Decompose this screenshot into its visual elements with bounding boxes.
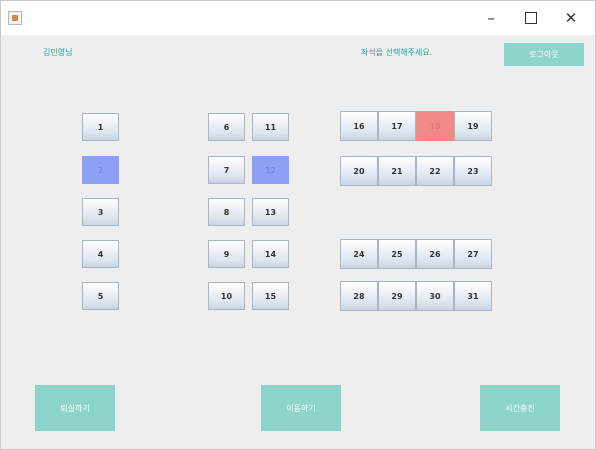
app-window: – ✕ 김민영님 좌석을 선택해주세요. 로그아웃 1 2 3 4 5 6 7 … (0, 0, 596, 450)
seat-button-17[interactable]: 17 (378, 111, 416, 141)
maximize-button[interactable] (511, 1, 551, 35)
seat-button-13[interactable]: 13 (252, 198, 289, 226)
seat-button-3[interactable]: 3 (82, 198, 119, 226)
seat-button-9[interactable]: 9 (208, 240, 245, 268)
seat-button-29[interactable]: 29 (378, 281, 416, 311)
seat-button-1[interactable]: 1 (82, 113, 119, 141)
seat-button-27[interactable]: 27 (454, 239, 492, 269)
seat-button-4[interactable]: 4 (82, 240, 119, 268)
seat-button-7[interactable]: 7 (208, 156, 245, 184)
move-seat-button[interactable]: 이동하기 (261, 385, 341, 431)
seat-button-24[interactable]: 24 (340, 239, 378, 269)
charge-time-button[interactable]: 시간충전 (480, 385, 560, 431)
seat-button-15[interactable]: 15 (252, 282, 289, 310)
minimize-button[interactable]: – (471, 1, 511, 35)
checkout-button[interactable]: 퇴실하기 (35, 385, 115, 431)
user-name-label: 김민영님 (43, 48, 73, 57)
seat-button-12[interactable]: 12 (252, 156, 289, 184)
title-bar: – ✕ (1, 1, 595, 35)
seat-button-6[interactable]: 6 (208, 113, 245, 141)
maximize-icon (525, 12, 537, 24)
seat-button-5[interactable]: 5 (82, 282, 119, 310)
seat-button-14[interactable]: 14 (252, 240, 289, 268)
java-app-icon (8, 11, 22, 25)
seat-button-19[interactable]: 19 (454, 111, 492, 141)
status-message: 좌석을 선택해주세요. (361, 48, 433, 57)
seat-button-30[interactable]: 30 (416, 281, 454, 311)
seat-button-28[interactable]: 28 (340, 281, 378, 311)
seat-button-21[interactable]: 21 (378, 156, 416, 186)
seat-button-20[interactable]: 20 (340, 156, 378, 186)
close-button[interactable]: ✕ (551, 1, 591, 35)
seat-button-18[interactable]: 18 (416, 111, 454, 141)
seat-button-11[interactable]: 11 (252, 113, 289, 141)
seat-button-26[interactable]: 26 (416, 239, 454, 269)
seat-button-10[interactable]: 10 (208, 282, 245, 310)
logout-button[interactable]: 로그아웃 (504, 43, 584, 66)
seat-button-16[interactable]: 16 (340, 111, 378, 141)
seat-button-25[interactable]: 25 (378, 239, 416, 269)
seat-button-2[interactable]: 2 (82, 156, 119, 184)
seat-button-22[interactable]: 22 (416, 156, 454, 186)
seat-button-23[interactable]: 23 (454, 156, 492, 186)
seat-button-8[interactable]: 8 (208, 198, 245, 226)
seat-button-31[interactable]: 31 (454, 281, 492, 311)
